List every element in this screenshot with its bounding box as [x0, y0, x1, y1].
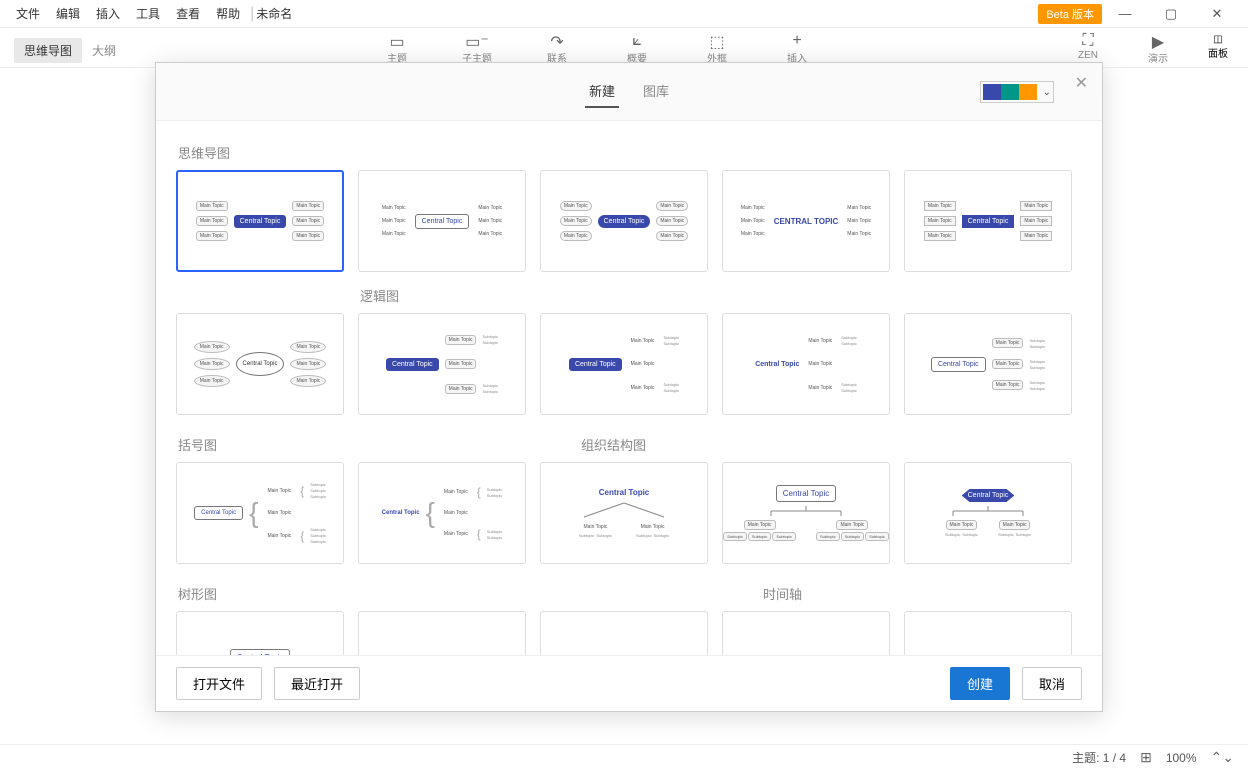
template-timeline-2[interactable]: Central Topic — [904, 611, 1072, 655]
template-mindmap-3[interactable]: Main TopicMain TopicMain Topic Central T… — [540, 170, 708, 272]
tool-topic[interactable]: ▭主题 — [377, 32, 417, 65]
menu-insert[interactable]: 插入 — [88, 2, 128, 25]
topic-icon: ▭ — [389, 32, 404, 50]
template-bracket-1[interactable]: Central Topic { Main Topic{SubtopicSubto… — [176, 462, 344, 564]
statusbar: 主题: 1 / 4 ⊞ 100% ⌃⌄ — [0, 744, 1248, 770]
template-mindmap-4[interactable]: Main TopicMain TopicMain Topic CENTRAL T… — [722, 170, 890, 272]
template-logic-1[interactable]: Main TopicMain TopicMain Topic Central T… — [176, 313, 344, 415]
template-tree-2[interactable]: Central Topic Main TopicMain Topic — [358, 611, 526, 655]
template-bracket-2[interactable]: Central Topic { Main Topic{SubtopicSubto… — [358, 462, 526, 564]
template-logic-2[interactable]: Central Topic Main TopicSubtopicSubtopic… — [358, 313, 526, 415]
map-icon[interactable]: ⊞ — [1140, 749, 1152, 766]
dialog-footer: 打开文件 最近打开 创建 取消 — [156, 655, 1102, 711]
tool-summary[interactable]: ⟀概要 — [617, 32, 657, 65]
category-bracket-title: 括号图 — [178, 435, 217, 454]
open-file-button[interactable]: 打开文件 — [176, 667, 262, 700]
template-org-1[interactable]: Central Topic Main TopicSubtopicSubtopic… — [540, 462, 708, 564]
summary-icon: ⟀ — [632, 32, 642, 50]
create-button[interactable]: 创建 — [950, 667, 1010, 700]
template-logic-4[interactable]: Central Topic Main TopicSubtopicSubtopic… — [722, 313, 890, 415]
tool-present[interactable]: ▶演示 — [1138, 32, 1178, 65]
template-tree-1[interactable]: Central Topic Main Topic — [176, 611, 344, 655]
chevron-down-icon: ⌄ — [1043, 87, 1051, 98]
new-template-dialog: 新建 图库 ⌄ ✕ 思维导图 Main TopicMain TopicMain … — [155, 62, 1103, 712]
menu-view[interactable]: 查看 — [168, 2, 208, 25]
document-name: 未命名 — [256, 5, 292, 22]
tool-panel[interactable]: ◫面板 — [1208, 28, 1228, 60]
color-swatch-3 — [1019, 84, 1037, 100]
template-timeline-1[interactable]: Central Topic Main Topic Main Topic — [722, 611, 890, 655]
template-org-3[interactable]: Central Topic Main TopicSubtopicSubtopic… — [904, 462, 1072, 564]
window-maximize[interactable]: ▢ — [1148, 6, 1194, 22]
tab-outline[interactable]: 大纲 — [82, 38, 126, 63]
dialog-tab-gallery[interactable]: 图库 — [639, 75, 673, 108]
status-topic-count: 主题: 1 / 4 — [1072, 749, 1126, 766]
status-zoom[interactable]: 100% — [1166, 751, 1197, 765]
tab-mindmap[interactable]: 思维导图 — [14, 38, 82, 63]
menubar: 文件 编辑 插入 工具 查看 帮助 | 未命名 Beta 版本 — ▢ ✕ — [0, 0, 1248, 28]
dialog-tab-new[interactable]: 新建 — [585, 75, 619, 108]
panel-icon: ◫ — [1213, 34, 1222, 45]
menu-sep: | — [250, 5, 254, 23]
tool-zen[interactable]: ⛶ZEN — [1068, 32, 1108, 65]
tool-insert[interactable]: +插入 — [777, 32, 817, 65]
template-mindmap-1[interactable]: Main TopicMain TopicMain Topic Central T… — [176, 170, 344, 272]
color-swatch-1 — [983, 84, 1001, 100]
zoom-stepper-icon[interactable]: ⌃⌄ — [1211, 749, 1234, 766]
dialog-close[interactable]: ✕ — [1075, 73, 1088, 93]
category-timeline-title: 时间轴 — [763, 584, 802, 603]
menu-tools[interactable]: 工具 — [128, 2, 168, 25]
insert-icon: + — [792, 32, 801, 50]
relation-icon: ↷ — [550, 32, 563, 50]
window-close[interactable]: ✕ — [1194, 6, 1240, 22]
cancel-button[interactable]: 取消 — [1022, 667, 1082, 700]
template-logic-3[interactable]: Central Topic Main TopicSubtopicSubtopic… — [540, 313, 708, 415]
tool-boundary[interactable]: ⬚外框 — [697, 32, 737, 65]
menu-help[interactable]: 帮助 — [208, 2, 248, 25]
color-theme-picker[interactable]: ⌄ — [980, 81, 1054, 103]
tool-subtopic[interactable]: ▭⁻子主题 — [457, 32, 497, 65]
template-mindmap-2[interactable]: Main TopicMain TopicMain Topic Central T… — [358, 170, 526, 272]
template-tree-3[interactable]: Central Topic — [540, 611, 708, 655]
color-swatch-2 — [1001, 84, 1019, 100]
dialog-header: 新建 图库 ⌄ ✕ — [156, 63, 1102, 121]
category-org-title: 组织结构图 — [581, 435, 646, 454]
category-logic-title: 逻辑图 — [360, 286, 1082, 305]
zen-icon: ⛶ — [1082, 32, 1093, 50]
menu-file[interactable]: 文件 — [8, 2, 48, 25]
dialog-body: 思维导图 Main TopicMain TopicMain Topic Cent… — [156, 121, 1102, 655]
template-org-2[interactable]: Central Topic Main TopicSubtopicSubtopic… — [722, 462, 890, 564]
recent-files-button[interactable]: 最近打开 — [274, 667, 360, 700]
template-mindmap-5[interactable]: Main TopicMain TopicMain Topic Central T… — [904, 170, 1072, 272]
tool-relation[interactable]: ↷联系 — [537, 32, 577, 65]
category-tree-title: 树形图 — [178, 584, 217, 603]
category-mindmap-title: 思维导图 — [178, 143, 1082, 162]
boundary-icon: ⬚ — [709, 32, 724, 50]
subtopic-icon: ▭⁻ — [465, 32, 489, 50]
template-logic-5[interactable]: Central Topic Main TopicSubtopicSubtopic… — [904, 313, 1072, 415]
window-minimize[interactable]: — — [1102, 6, 1148, 21]
beta-badge: Beta 版本 — [1038, 4, 1102, 24]
present-icon: ▶ — [1152, 32, 1164, 50]
menu-edit[interactable]: 编辑 — [48, 2, 88, 25]
